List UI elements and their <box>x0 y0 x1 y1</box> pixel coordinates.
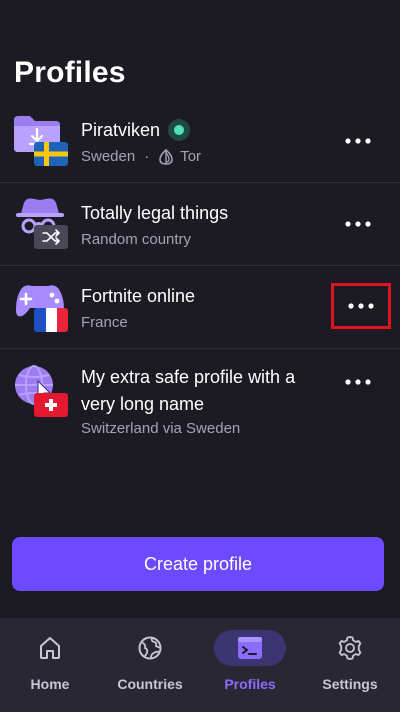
separator-dot: · <box>144 148 150 165</box>
profile-row-totally-legal-things[interactable]: Totally legal things Random country <box>0 183 400 266</box>
globe-cursor-icon <box>12 363 70 417</box>
nav-item-profiles[interactable]: Profiles <box>200 618 300 712</box>
profile-list: Piratviken Sweden · Tor Totally legal th… <box>0 100 400 445</box>
more-options-button[interactable] <box>331 283 391 329</box>
more-options-button[interactable] <box>336 367 380 397</box>
switzerland-flag <box>34 393 68 417</box>
more-options-button[interactable] <box>336 126 380 156</box>
more-options-button[interactable] <box>336 209 380 239</box>
sweden-flag <box>34 142 68 166</box>
folder-download-icon <box>12 114 70 166</box>
more-horizontal-icon <box>348 303 374 309</box>
profile-row-extra-safe[interactable]: My extra safe profile with a very long n… <box>0 349 400 445</box>
profile-country: Switzerland via Sweden <box>81 420 241 437</box>
nav-item-settings[interactable]: Settings <box>300 618 400 712</box>
home-icon <box>40 637 60 659</box>
profile-name: Piratviken <box>81 120 161 140</box>
gamepad-icon <box>12 280 70 332</box>
nav-item-countries[interactable]: Countries <box>100 618 200 712</box>
gear-icon <box>338 636 362 660</box>
page-title: Profiles <box>14 56 126 89</box>
nav-item-home[interactable]: Home <box>0 618 100 712</box>
terminal-icon <box>238 637 262 659</box>
france-flag <box>34 308 68 332</box>
profile-name: Totally legal things <box>81 203 229 223</box>
profile-country: Sweden <box>81 148 136 165</box>
nav-label: Home <box>30 676 70 692</box>
profile-row-fortnite-online[interactable]: Fortnite online France <box>0 266 400 349</box>
more-horizontal-icon <box>345 138 371 144</box>
more-horizontal-icon <box>345 379 371 385</box>
bottom-navigation: Home Countries Profiles Settings <box>0 618 400 712</box>
globe-icon <box>138 636 162 660</box>
connected-status-icon <box>168 119 191 141</box>
nav-label: Profiles <box>224 676 276 692</box>
nav-label: Countries <box>117 676 183 692</box>
shuffle-icon <box>34 225 68 249</box>
profile-country: Random country <box>81 231 192 248</box>
profile-name: Fortnite online <box>81 286 196 306</box>
profile-feature: Tor <box>180 148 202 165</box>
nav-label: Settings <box>322 676 378 692</box>
tor-onion-icon <box>159 149 173 165</box>
profile-name: My extra safe profile with a very long n… <box>81 367 296 414</box>
create-profile-button[interactable]: Create profile <box>12 537 384 591</box>
profile-row-piratviken[interactable]: Piratviken Sweden · Tor <box>0 100 400 183</box>
more-horizontal-icon <box>345 221 371 227</box>
incognito-icon <box>12 197 70 249</box>
profile-country: France <box>81 314 128 331</box>
